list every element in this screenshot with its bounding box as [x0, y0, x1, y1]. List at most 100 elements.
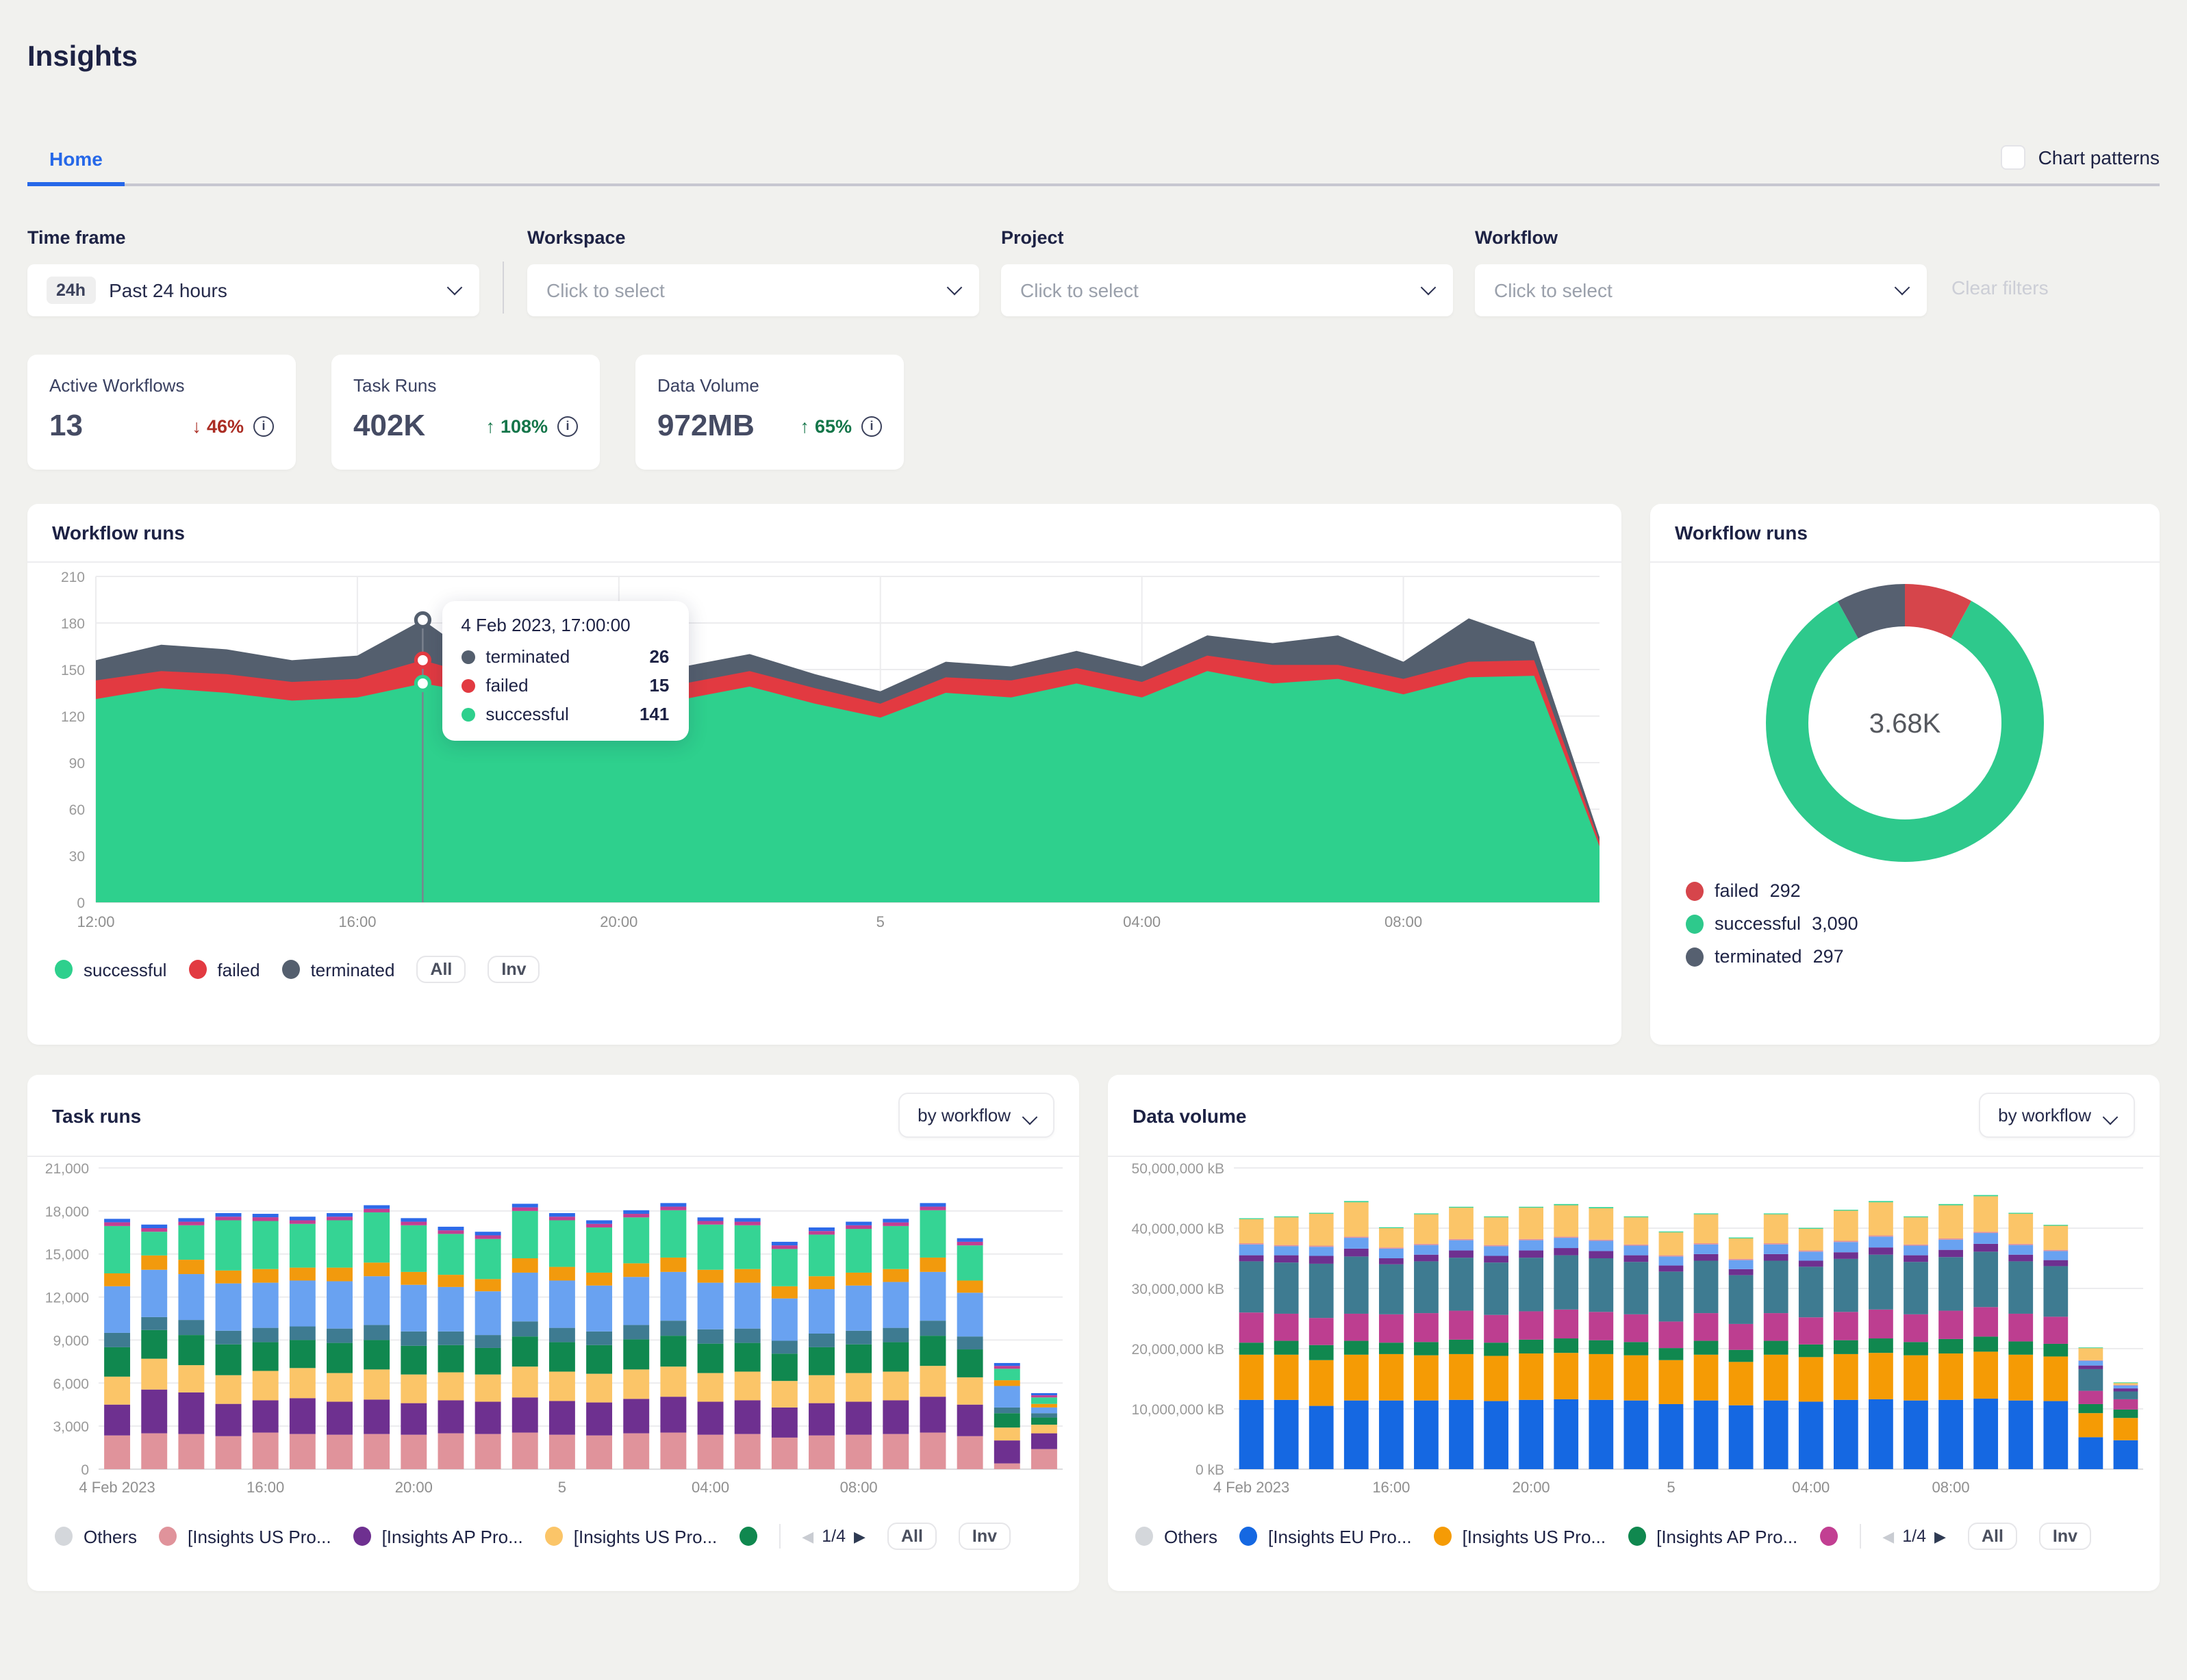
bar-segment[interactable]: [401, 1375, 427, 1403]
bar-segment[interactable]: [1694, 1214, 1719, 1243]
bar-segment[interactable]: [1904, 1314, 1928, 1342]
bar-segment[interactable]: [1554, 1310, 1578, 1338]
bar-segment[interactable]: [846, 1345, 872, 1373]
bar-segment[interactable]: [1624, 1401, 1649, 1469]
bar-segment[interactable]: [253, 1217, 279, 1221]
bar-segment[interactable]: [1799, 1228, 1823, 1229]
bar-segment[interactable]: [957, 1242, 983, 1245]
bar-segment[interactable]: [920, 1336, 946, 1366]
bar-segment[interactable]: [2114, 1386, 2138, 1388]
bar-segment[interactable]: [2008, 1314, 2033, 1341]
bar-segment[interactable]: [1729, 1405, 1754, 1469]
bar-segment[interactable]: [883, 1219, 909, 1222]
bar-segment[interactable]: [623, 1434, 649, 1469]
bar-segment[interactable]: [846, 1435, 872, 1469]
bar-segment[interactable]: [1274, 1314, 1299, 1341]
bar-segment[interactable]: [1554, 1238, 1578, 1248]
bar-segment[interactable]: [475, 1335, 501, 1348]
bar-segment[interactable]: [475, 1235, 501, 1238]
bar-segment[interactable]: [1379, 1228, 1404, 1247]
bar-segment[interactable]: [809, 1289, 835, 1334]
bar-segment[interactable]: [2079, 1347, 2103, 1348]
bar-segment[interactable]: [253, 1221, 279, 1269]
bar-segment[interactable]: [1694, 1341, 1719, 1355]
bar-segment[interactable]: [401, 1272, 427, 1285]
bar-segment[interactable]: [104, 1286, 130, 1333]
bar-segment[interactable]: [2008, 1244, 2033, 1245]
bar-segment[interactable]: [735, 1283, 761, 1329]
bar-segment[interactable]: [1449, 1208, 1474, 1239]
bar-segment[interactable]: [1799, 1401, 1823, 1469]
bar-segment[interactable]: [2043, 1316, 2068, 1344]
bar-segment[interactable]: [1309, 1318, 1334, 1345]
bar-segment[interactable]: [1274, 1245, 1299, 1247]
bar-segment[interactable]: [438, 1332, 464, 1345]
bar-segment[interactable]: [1344, 1236, 1369, 1238]
bar-segment[interactable]: [216, 1220, 242, 1270]
chart-patterns-toggle[interactable]: Chart patterns: [2001, 145, 2160, 183]
bar-segment[interactable]: [253, 1342, 279, 1371]
bar-segment[interactable]: [1519, 1251, 1543, 1258]
bar-segment[interactable]: [253, 1283, 279, 1328]
bar-segment[interactable]: [290, 1220, 316, 1223]
bar-segment[interactable]: [216, 1217, 242, 1220]
bar-segment[interactable]: [2079, 1366, 2103, 1369]
bar-segment[interactable]: [2043, 1250, 2068, 1251]
bar-segment[interactable]: [178, 1335, 204, 1365]
bar-segment[interactable]: [1449, 1311, 1474, 1340]
bar-segment[interactable]: [216, 1345, 242, 1375]
bar-segment[interactable]: [1379, 1342, 1404, 1354]
bar-segment[interactable]: [512, 1208, 538, 1211]
bar-segment[interactable]: [1624, 1256, 1649, 1262]
chart-patterns-checkbox[interactable]: [2001, 145, 2026, 170]
bar-segment[interactable]: [141, 1434, 167, 1469]
bar-segment[interactable]: [586, 1286, 612, 1332]
bar-segment[interactable]: [401, 1403, 427, 1435]
bar-segment[interactable]: [698, 1344, 724, 1373]
bar-segment[interactable]: [2043, 1260, 2068, 1267]
bar-segment[interactable]: [141, 1228, 167, 1232]
bar-segment[interactable]: [141, 1317, 167, 1330]
bar-segment[interactable]: [1659, 1348, 1684, 1360]
bar-segment[interactable]: [1519, 1353, 1543, 1400]
bar-segment[interactable]: [735, 1343, 761, 1372]
data-volume-groupby-dropdown[interactable]: by workflow: [1979, 1093, 2135, 1138]
bar-segment[interactable]: [1799, 1261, 1823, 1267]
bar-segment[interactable]: [1031, 1449, 1057, 1469]
bar-segment[interactable]: [364, 1325, 390, 1340]
bar-segment[interactable]: [1519, 1340, 1543, 1353]
bar-segment[interactable]: [549, 1213, 575, 1217]
bar-segment[interactable]: [2079, 1369, 2103, 1391]
bar-segment[interactable]: [1624, 1342, 1649, 1355]
bar-segment[interactable]: [1519, 1311, 1543, 1339]
bar-segment[interactable]: [104, 1273, 130, 1286]
bar-segment[interactable]: [1694, 1313, 1719, 1340]
bar-segment[interactable]: [1239, 1256, 1264, 1262]
bar-segment[interactable]: [104, 1226, 130, 1273]
bar-segment[interactable]: [1379, 1264, 1404, 1314]
bar-segment[interactable]: [883, 1328, 909, 1342]
bar-segment[interactable]: [1519, 1207, 1543, 1208]
bar-segment[interactable]: [438, 1234, 464, 1275]
bar-segment[interactable]: [1379, 1314, 1404, 1342]
tab-home[interactable]: Home: [27, 140, 125, 183]
bar-segment[interactable]: [1344, 1201, 1369, 1202]
bar-segment[interactable]: [1414, 1356, 1439, 1401]
project-select[interactable]: Click to select: [1001, 264, 1453, 316]
workspace-select[interactable]: Click to select: [527, 264, 979, 316]
bar-segment[interactable]: [1589, 1400, 1613, 1469]
bar-segment[interactable]: [1938, 1257, 1963, 1310]
bar-segment[interactable]: [623, 1263, 649, 1277]
bar-segment[interactable]: [1659, 1360, 1684, 1404]
bar-segment[interactable]: [1554, 1236, 1578, 1238]
bar-segment[interactable]: [2114, 1385, 2138, 1386]
bar-segment[interactable]: [1869, 1201, 1893, 1202]
bar-segment[interactable]: [1379, 1401, 1404, 1469]
bar-segment[interactable]: [1904, 1262, 1928, 1314]
bar-segment[interactable]: [1344, 1256, 1369, 1314]
bar-segment[interactable]: [1031, 1393, 1057, 1395]
bar-segment[interactable]: [1589, 1208, 1613, 1240]
bar-segment[interactable]: [660, 1336, 686, 1366]
bar-segment[interactable]: [2008, 1355, 2033, 1401]
bar-segment[interactable]: [994, 1369, 1020, 1380]
